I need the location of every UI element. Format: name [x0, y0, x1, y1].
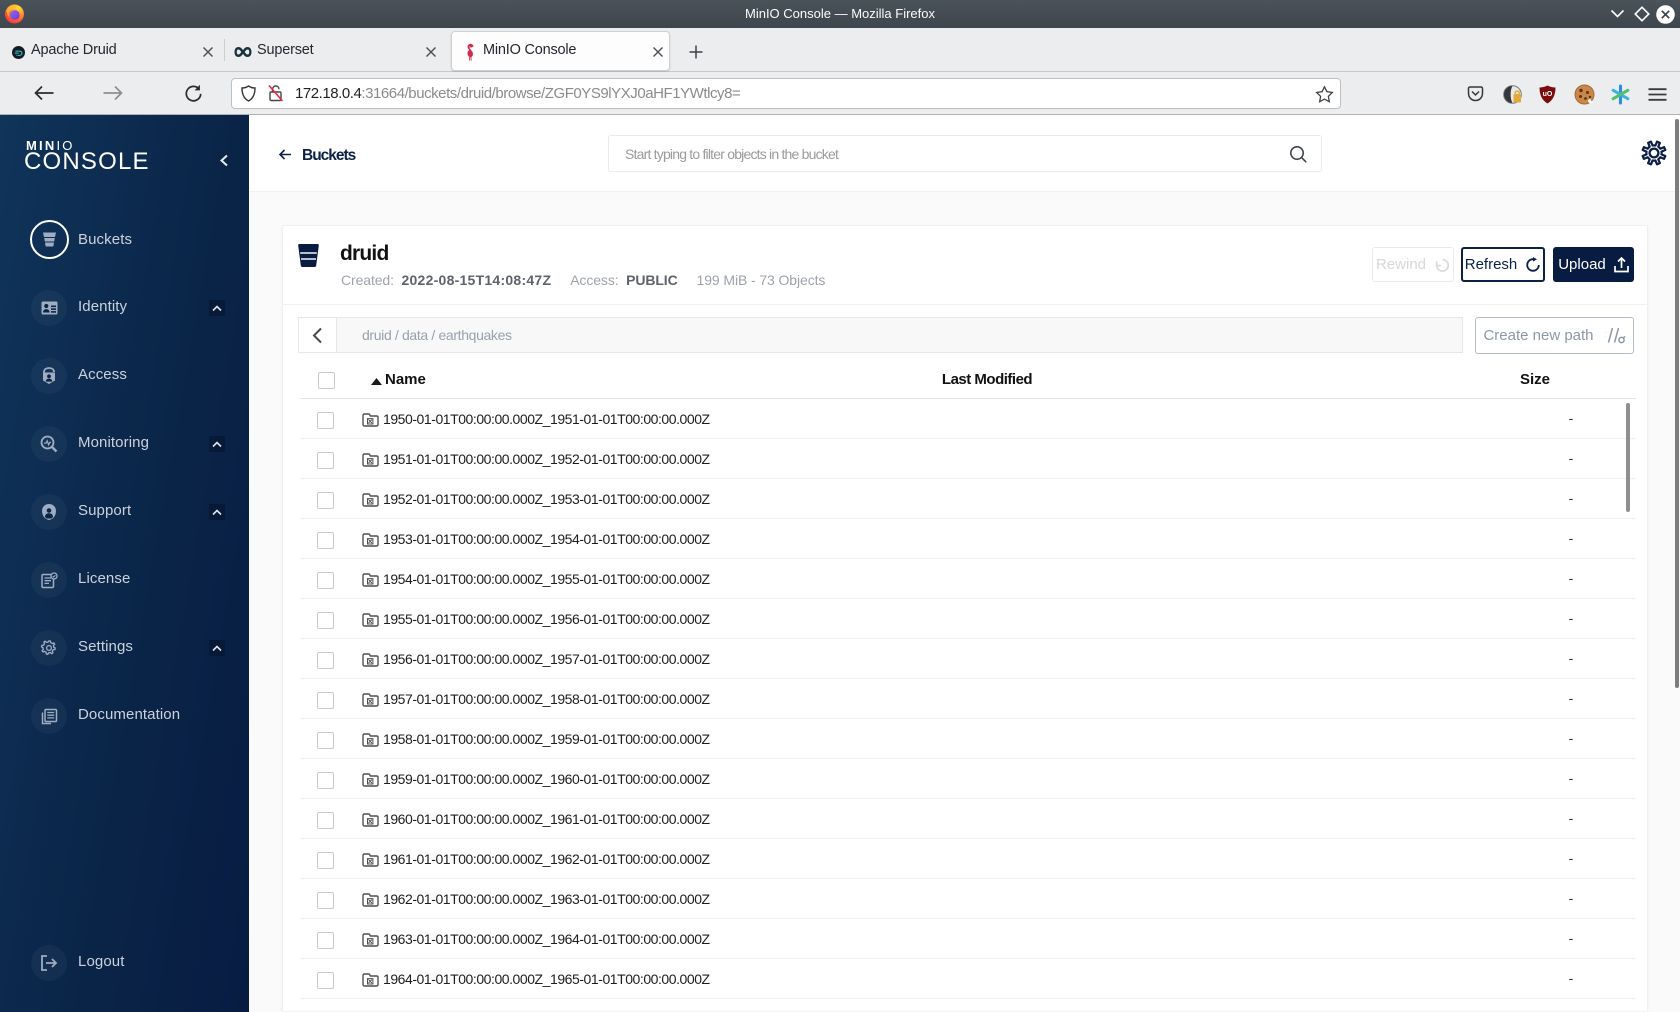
svg-text:uO: uO: [1543, 91, 1553, 98]
